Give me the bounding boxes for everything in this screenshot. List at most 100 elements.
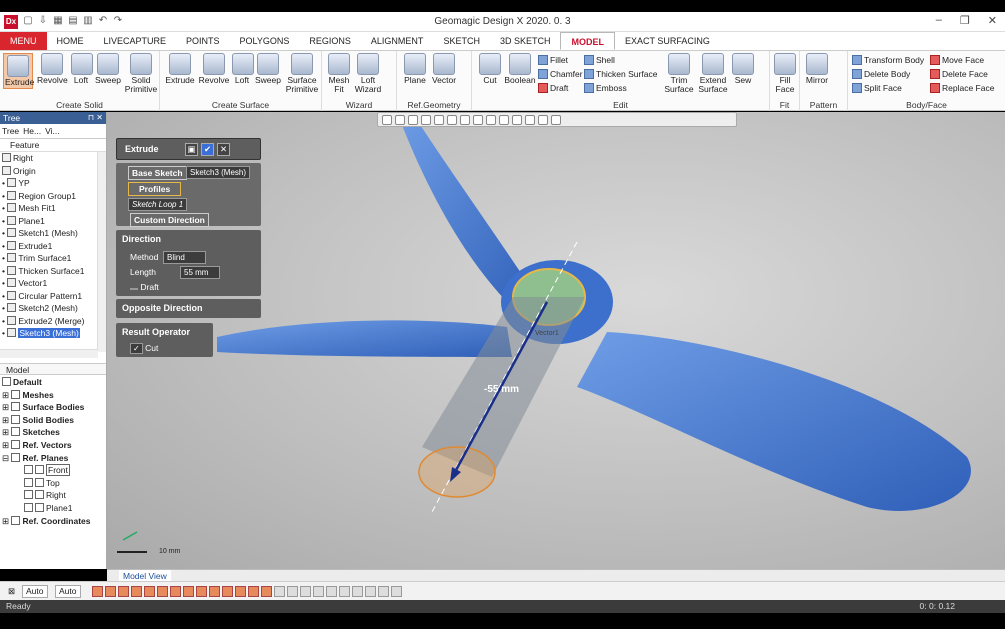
transform-body-button[interactable]: Transform Body (852, 55, 924, 65)
snap-icon[interactable] (365, 586, 376, 597)
model-group[interactable]: ⊞ Surface Bodies (0, 401, 106, 414)
filter-icon[interactable] (261, 586, 272, 597)
model-group[interactable]: ⊞ Meshes (0, 389, 106, 402)
vector-button[interactable]: Vector (429, 53, 459, 85)
model-default[interactable]: Default (0, 376, 106, 389)
loft-surface-button[interactable]: Loft (232, 53, 254, 85)
plane-item[interactable]: Top (0, 477, 106, 490)
checkbox[interactable] (24, 490, 33, 500)
tab-exact-surfacing[interactable]: EXACT SURFACING (615, 32, 720, 50)
tree-item[interactable]: • Extrude1 (0, 240, 106, 253)
sweep-surface-button[interactable]: Sweep (254, 53, 282, 85)
filter-icon[interactable] (209, 586, 220, 597)
cancel-icon[interactable]: ✕ (217, 143, 230, 156)
loft-wizard-button[interactable]: Loft Wizard (354, 53, 382, 94)
length-input[interactable]: 55 mm (180, 266, 220, 279)
view-fit-icon[interactable] (460, 114, 470, 125)
tree-item[interactable]: Origin (0, 165, 106, 178)
tree-item-selected[interactable]: • Sketch3 (Mesh) (0, 327, 106, 340)
view-section-icon[interactable] (512, 114, 522, 125)
chamfer-button[interactable]: Chamfer (538, 69, 583, 79)
filter-icon[interactable] (118, 586, 129, 597)
checkbox[interactable] (24, 502, 33, 512)
view-front-icon[interactable] (421, 114, 431, 125)
profiles-label[interactable]: Profiles (128, 182, 182, 196)
boolean-button[interactable]: Boolean (504, 53, 536, 85)
tab-sketch[interactable]: SKETCH (433, 32, 490, 50)
view-right-icon[interactable] (447, 114, 457, 125)
snap-icon[interactable] (326, 586, 337, 597)
plane-item[interactable]: Plane1 (0, 502, 106, 515)
tree-item[interactable]: • Mesh Fit1 (0, 202, 106, 215)
revolve-solid-button[interactable]: Revolve (37, 53, 68, 85)
tab-points[interactable]: POINTS (176, 32, 230, 50)
filter-icon[interactable] (248, 586, 259, 597)
filter-icon[interactable] (222, 586, 233, 597)
checkbox[interactable] (24, 465, 33, 475)
delete-body-button[interactable]: Delete Body (852, 69, 910, 79)
opposite-direction-section[interactable]: Opposite Direction (116, 299, 261, 318)
extrude-surface-button[interactable]: Extrude (164, 53, 196, 85)
tree-item[interactable]: • Vector1 (0, 277, 106, 290)
direction-header[interactable]: Direction (116, 230, 261, 248)
shell-button[interactable]: Shell (584, 55, 615, 65)
custom-direction-toggle[interactable]: Custom Direction (130, 213, 209, 227)
filter-icon[interactable] (131, 586, 142, 597)
fillet-button[interactable]: Fillet (538, 55, 568, 65)
close-icon[interactable]: ✕ (988, 14, 997, 27)
model-group[interactable]: ⊟ Ref. Planes (0, 452, 106, 465)
checkbox[interactable] (130, 288, 138, 290)
auto-select-1[interactable]: Auto (22, 585, 48, 598)
mesh-fit-button[interactable]: Mesh Fit (326, 53, 352, 94)
split-face-button[interactable]: Split Face (852, 83, 902, 93)
tree-item[interactable]: • Sketch1 (Mesh) (0, 227, 106, 240)
filter-icon[interactable] (183, 586, 194, 597)
model-group[interactable]: ⊞ Sketches (0, 426, 106, 439)
filter-icon[interactable] (235, 586, 246, 597)
filter-icon[interactable] (157, 586, 168, 597)
snap-icon[interactable] (274, 586, 285, 597)
emboss-button[interactable]: Emboss (584, 83, 627, 93)
tab-home[interactable]: HOME (47, 32, 94, 50)
snap-icon[interactable] (300, 586, 311, 597)
snap-icon[interactable] (352, 586, 363, 597)
tree-item[interactable]: • Region Group1 (0, 190, 106, 203)
revolve-surface-button[interactable]: Revolve (198, 53, 230, 85)
move-face-button[interactable]: Move Face (930, 55, 984, 65)
checkbox[interactable] (24, 477, 33, 487)
tree-item[interactable]: Right (0, 152, 106, 165)
tab-3d-sketch[interactable]: 3D SKETCH (490, 32, 561, 50)
tree-item[interactable]: • Circular Pattern1 (0, 290, 106, 303)
thicken-surface-button[interactable]: Thicken Surface (584, 69, 657, 79)
profile-item[interactable]: Sketch Loop 1 (128, 198, 188, 211)
fill-face-button[interactable]: Fill Face (772, 53, 798, 94)
tab-tree[interactable]: Tree (2, 124, 19, 138)
draft-checkbox[interactable]: Draft (130, 282, 159, 292)
view-select-icon[interactable] (382, 114, 392, 125)
tab-regions[interactable]: REGIONS (299, 32, 361, 50)
auto-select-2[interactable]: Auto (55, 585, 81, 598)
filter-icon[interactable] (105, 586, 116, 597)
view-zoom-icon[interactable] (473, 114, 483, 125)
extrude-solid-button[interactable]: Extrude (3, 53, 34, 89)
filter-icon[interactable] (144, 586, 155, 597)
plane-button[interactable]: Plane (401, 53, 429, 85)
view-light-icon[interactable] (551, 114, 561, 125)
loft-solid-button[interactable]: Loft (71, 53, 93, 85)
tab-menu[interactable]: MENU (0, 32, 47, 50)
view-top-icon[interactable] (434, 114, 444, 125)
draft-button[interactable]: Draft (538, 83, 568, 93)
tree-item[interactable]: • Extrude2 (Merge) (0, 315, 106, 328)
pin-close-icons[interactable]: ⊓ ✕ (88, 112, 103, 124)
view-render-icon[interactable] (408, 114, 418, 125)
filter-icon[interactable] (170, 586, 181, 597)
model-viewport[interactable]: -55 mm Vector1 10 mm Extrude ▣ ✔ ✕ Base … (107, 112, 1005, 569)
tree-item[interactable]: • Plane1 (0, 215, 106, 228)
snap-icon[interactable] (313, 586, 324, 597)
dimension-label[interactable]: -55 mm (484, 384, 519, 395)
tree-item[interactable]: • Thicken Surface1 (0, 265, 106, 278)
solid-primitive-button[interactable]: Solid Primitive (124, 53, 158, 94)
view-rotate-icon[interactable] (499, 114, 509, 125)
trim-surface-button[interactable]: Trim Surface (664, 53, 694, 94)
tab-view[interactable]: Vi... (45, 124, 60, 138)
